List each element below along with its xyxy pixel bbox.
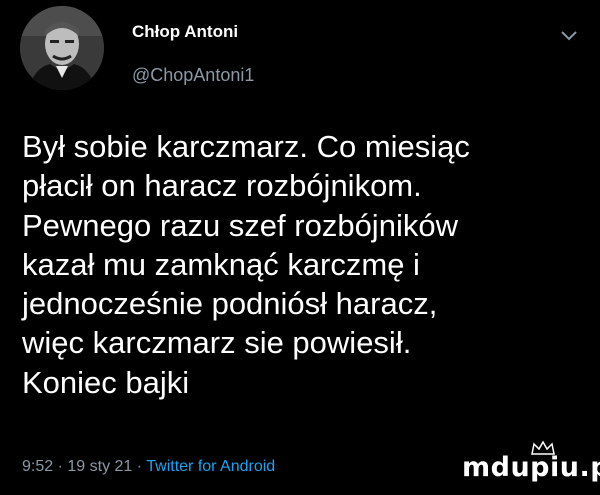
- meta-separator: ·: [57, 458, 63, 475]
- author-handle[interactable]: @ChopAntoni1: [132, 65, 254, 86]
- tweet-card: Chłop Antoni @ChopAntoni1 Był sobie karc…: [0, 0, 600, 495]
- meta-separator: ·: [136, 458, 143, 475]
- tweet-time[interactable]: 9:52: [22, 458, 53, 475]
- tweet-source[interactable]: Twitter for Android: [146, 458, 275, 475]
- author-name[interactable]: Chłop Antoni: [132, 22, 238, 42]
- chevron-down-icon[interactable]: [560, 30, 578, 42]
- watermark: mdupiu.pl: [462, 452, 600, 483]
- tweet-text: Był sobie karczmarz. Co miesiąc płacił o…: [22, 129, 470, 400]
- avatar-image: [20, 6, 104, 90]
- tweet-date[interactable]: 19 sty 21: [67, 458, 132, 475]
- tweet-meta: 9:52 · 19 sty 21 · Twitter for Android: [22, 458, 275, 476]
- avatar[interactable]: [20, 6, 104, 90]
